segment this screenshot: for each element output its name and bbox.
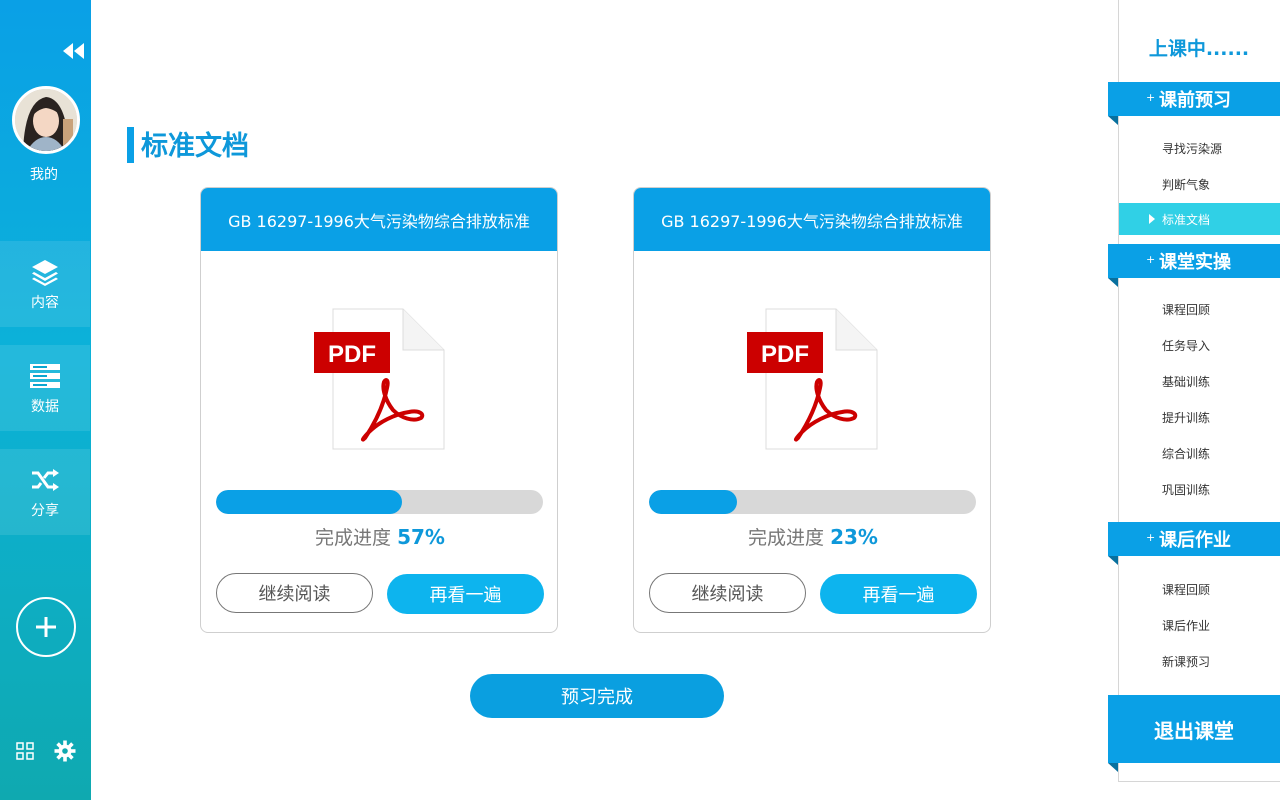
read-again-button[interactable]: 再看一遍 <box>387 574 544 614</box>
continue-reading-button[interactable]: 继续阅读 <box>216 573 373 613</box>
menu-item[interactable]: 任务导入 <box>1162 337 1210 354</box>
bottom-toolbar <box>16 740 76 766</box>
progress-fill <box>216 490 403 514</box>
plus-icon: + <box>1146 253 1156 266</box>
title-accent-bar <box>127 127 134 163</box>
pdf-file-icon[interactable]: PDF <box>746 308 878 450</box>
svg-text:PDF: PDF <box>328 341 376 368</box>
nav-item-share[interactable]: 分享 <box>0 449 90 535</box>
progress-label: 完成进度 <box>315 527 392 549</box>
plus-icon: + <box>1146 531 1156 544</box>
progress-label: 完成进度 <box>748 527 825 549</box>
database-icon <box>29 360 61 392</box>
section-after-class[interactable]: + 课后作业 <box>1108 522 1280 565</box>
class-status: 上课中...... <box>1148 38 1250 60</box>
section-title: 课前预习 <box>1159 90 1231 111</box>
progress-fill <box>649 490 738 514</box>
page-title: 标准文档 <box>141 131 249 162</box>
left-sidebar: 我的 内容 数据 分享 <box>0 0 91 800</box>
add-button[interactable] <box>16 597 76 657</box>
section-title: 课堂实操 <box>1159 252 1231 273</box>
menu-item[interactable]: 新课预习 <box>1162 653 1210 670</box>
menu-item[interactable]: 课程回顾 <box>1162 301 1210 318</box>
section-title: 课后作业 <box>1159 530 1231 551</box>
progress-text: 完成进度 23% <box>634 523 990 550</box>
layers-icon <box>29 256 61 288</box>
nav-item-label: 数据 <box>31 399 59 415</box>
preview-complete-button[interactable]: 预习完成 <box>470 674 724 718</box>
menu-item[interactable]: 寻找污染源 <box>1162 140 1222 157</box>
shuffle-icon <box>29 464 61 496</box>
progress-bar <box>649 490 976 514</box>
menu-item[interactable]: 课程回顾 <box>1162 581 1210 598</box>
plus-icon: + <box>1146 91 1156 104</box>
menu-item[interactable]: 巩固训练 <box>1162 481 1210 498</box>
section-in-class[interactable]: + 课堂实操 <box>1108 244 1280 287</box>
progress-percent: 23% <box>830 525 878 549</box>
nav-item-data[interactable]: 数据 <box>0 345 90 431</box>
collapse-sidebar-icon[interactable] <box>60 40 86 62</box>
grid-icon[interactable] <box>16 742 34 764</box>
menu-item-label: 标准文档 <box>1162 212 1211 227</box>
menu-item[interactable]: 基础训练 <box>1162 373 1210 390</box>
exit-class-button[interactable]: 退出课堂 <box>1108 695 1280 772</box>
menu-item[interactable]: 课后作业 <box>1162 617 1210 634</box>
document-card: GB 16297-1996大气污染物综合排放标准 PDF 完成进度 57% 继续… <box>200 187 558 633</box>
nav-item-label: 内容 <box>31 295 59 311</box>
pdf-file-icon[interactable]: PDF <box>313 308 445 450</box>
plus-icon <box>36 617 56 637</box>
menu-item[interactable]: 综合训练 <box>1162 445 1210 462</box>
me-label[interactable]: 我的 <box>0 164 88 184</box>
continue-reading-button[interactable]: 继续阅读 <box>649 573 806 613</box>
menu-item-active[interactable]: 标准文档 <box>1119 203 1280 235</box>
avatar[interactable] <box>12 86 80 154</box>
progress-bar <box>216 490 543 514</box>
nav-item-label: 分享 <box>31 503 59 519</box>
gear-icon[interactable] <box>54 740 76 766</box>
menu-item[interactable]: 提升训练 <box>1162 409 1210 426</box>
menu-item[interactable]: 判断气象 <box>1162 176 1210 193</box>
section-pre-class[interactable]: + 课前预习 <box>1108 82 1280 125</box>
document-card: GB 16297-1996大气污染物综合排放标准 PDF 完成进度 23% 继续… <box>633 187 991 633</box>
progress-percent: 57% <box>397 525 445 549</box>
play-arrow-icon <box>1149 214 1155 224</box>
svg-text:PDF: PDF <box>761 341 809 368</box>
progress-text: 完成进度 57% <box>201 523 557 550</box>
document-title[interactable]: GB 16297-1996大气污染物综合排放标准 <box>201 188 557 251</box>
document-title[interactable]: GB 16297-1996大气污染物综合排放标准 <box>634 188 990 251</box>
nav-item-content[interactable]: 内容 <box>0 241 90 327</box>
read-again-button[interactable]: 再看一遍 <box>820 574 977 614</box>
